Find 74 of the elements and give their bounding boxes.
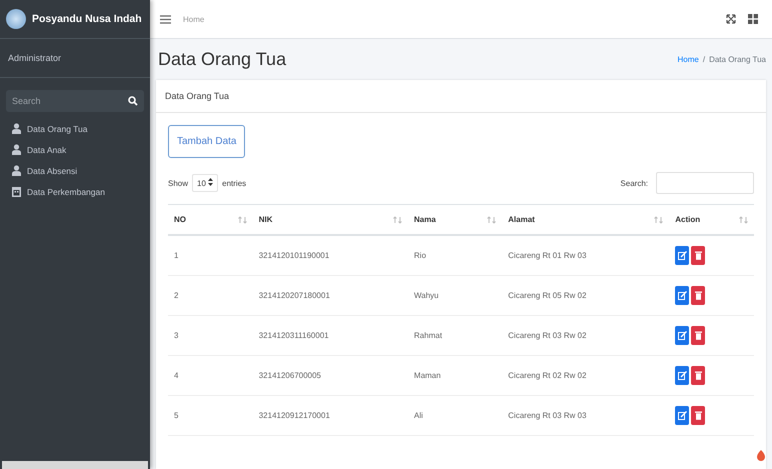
table-cell: Cicareng Rt 01 Rw 03: [502, 235, 670, 276]
column-header[interactable]: Alamat: [508, 215, 535, 224]
calendar-icon: [12, 186, 21, 197]
table-cell: 5: [168, 396, 253, 436]
table-cell: 3214120311160001: [252, 316, 408, 356]
table-cell: 3: [168, 316, 253, 356]
logo-icon: [6, 9, 26, 29]
table-cell: 1: [168, 235, 253, 276]
sidebar-search-field[interactable]: Search: [6, 90, 122, 112]
trash-icon: [694, 251, 702, 260]
search-icon: [128, 96, 138, 106]
search-button[interactable]: [122, 90, 144, 112]
delete-button[interactable]: [691, 326, 706, 345]
page-title: Data Orang Tua: [158, 49, 286, 70]
trash-icon: [694, 371, 702, 380]
edit-button[interactable]: [675, 246, 690, 265]
user-icon: [12, 165, 21, 176]
delete-button[interactable]: [691, 366, 706, 385]
table-cell: 32141206700005: [252, 356, 408, 396]
edit-icon: [678, 331, 687, 340]
table-cell: Wahyu: [408, 276, 502, 316]
user-icon: [12, 123, 21, 134]
breadcrumb-link[interactable]: Home: [678, 55, 699, 64]
add-data-button[interactable]: Tambah Data: [168, 125, 246, 158]
brand-name[interactable]: Posyandu Nusa Indah: [32, 13, 142, 25]
scrollbar[interactable]: [2, 461, 148, 469]
menu-icon[interactable]: [160, 14, 171, 24]
table-cell: 3214120101190001: [252, 235, 408, 276]
table-cell: Cicareng Rt 03 Rw 02: [502, 316, 670, 356]
column-header[interactable]: NIK: [258, 215, 272, 224]
user-icon: [12, 144, 21, 155]
edit-icon: [678, 371, 687, 380]
search-label: Search:: [620, 178, 648, 188]
edit-button[interactable]: [675, 406, 690, 425]
table-cell: 3214120207180001: [252, 276, 408, 316]
card-title: Data Orang Tua: [156, 80, 766, 113]
delete-button[interactable]: [691, 286, 706, 305]
breadcrumb-separator: /: [702, 55, 706, 64]
table-cell: Cicareng Rt 02 Rw 02: [502, 356, 670, 396]
table-cell: 2: [168, 276, 253, 316]
edit-icon: [678, 291, 687, 300]
table-cell: Rio: [408, 235, 502, 276]
edit-button[interactable]: [675, 366, 690, 385]
table-cell: Cicareng Rt 03 Rw 03: [502, 396, 670, 436]
table-search-field[interactable]: [656, 172, 754, 194]
fullscreen-icon[interactable]: [726, 14, 736, 24]
trash-icon: [694, 411, 702, 420]
entries-label: entries: [222, 178, 246, 188]
updown-icon: [208, 178, 214, 186]
delete-button[interactable]: [691, 246, 706, 265]
breadcrumb-current: Data Orang Tua: [709, 55, 766, 64]
edit-button[interactable]: [675, 286, 690, 305]
table-cell: Maman: [408, 356, 502, 396]
column-header[interactable]: NO: [174, 215, 186, 224]
sidebar-item[interactable]: Data Absensi: [0, 160, 150, 181]
column-header[interactable]: Action: [675, 215, 700, 224]
edit-icon: [678, 251, 687, 260]
entries-select[interactable]: 10: [192, 174, 218, 192]
edit-button[interactable]: [675, 326, 690, 345]
table-cell: 3214120912170001: [252, 396, 408, 436]
column-header[interactable]: Nama: [414, 215, 436, 224]
edit-icon: [678, 411, 687, 420]
sidebar-item[interactable]: Data Orang Tua: [0, 118, 150, 139]
sidebar-item[interactable]: Data Perkembangan: [0, 181, 150, 202]
delete-button[interactable]: [691, 406, 706, 425]
table-cell: Ali: [408, 396, 502, 436]
trash-icon: [694, 291, 702, 300]
trash-icon: [694, 331, 702, 340]
table-cell: 4: [168, 356, 253, 396]
sidebar-item[interactable]: Data Anak: [0, 139, 150, 160]
table-cell: Cicareng Rt 05 Rw 02: [502, 276, 670, 316]
table-cell: Rahmat: [408, 316, 502, 356]
show-label: Show: [168, 178, 188, 188]
grid-icon[interactable]: [748, 14, 758, 24]
